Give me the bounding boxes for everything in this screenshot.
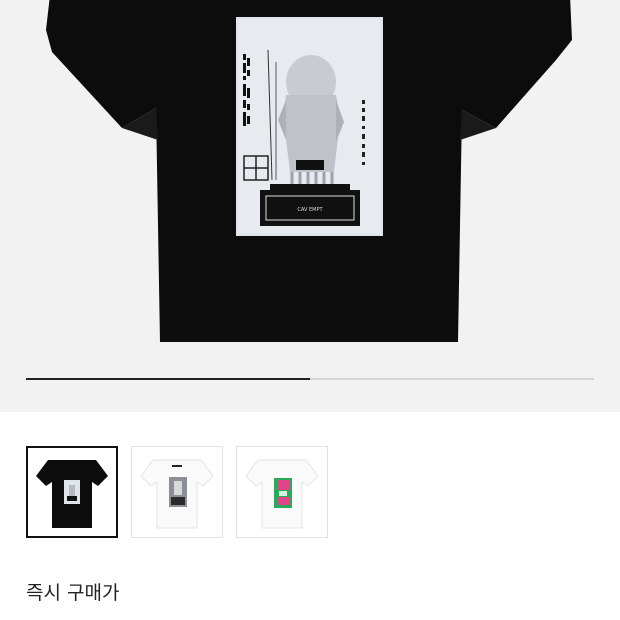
thumbnail-list bbox=[26, 446, 328, 538]
black-tshirt-thumbnail-image bbox=[36, 460, 108, 528]
thumbnail-white-tshirt-bw[interactable] bbox=[131, 446, 223, 538]
product-image-carousel[interactable]: CAV EMPT bbox=[0, 0, 620, 412]
carousel-progress-fill bbox=[26, 378, 310, 380]
carousel-progress-bar bbox=[26, 378, 594, 380]
thumbnail-black-tshirt[interactable] bbox=[26, 446, 118, 538]
instant-buy-price-label: 즉시 구매가 bbox=[26, 582, 120, 604]
white-tshirt-color-thumbnail-image bbox=[245, 459, 319, 529]
white-tshirt-bw-thumbnail-image bbox=[140, 459, 214, 529]
graphic-logo-text: CAV EMPT bbox=[297, 207, 323, 213]
main-product-image: CAV EMPT bbox=[46, 0, 572, 342]
thumbnail-white-tshirt-color[interactable] bbox=[236, 446, 328, 538]
